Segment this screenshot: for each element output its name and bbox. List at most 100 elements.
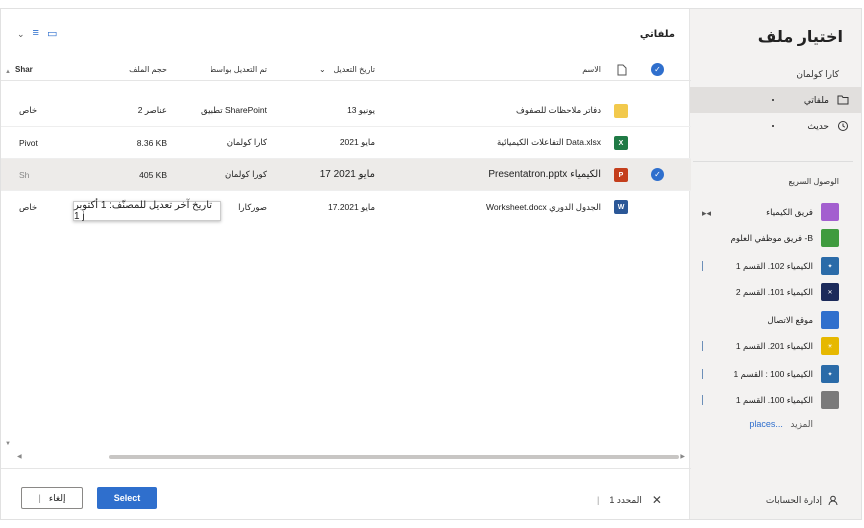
nav-marker bbox=[772, 99, 774, 101]
nav-item-recent[interactable]: حديث bbox=[690, 113, 861, 139]
more-places[interactable]: places... المزيد bbox=[749, 419, 813, 430]
horizontal-scroll-thumb[interactable] bbox=[109, 455, 679, 459]
file-list-pane: ⌄ ≡ ▭ ملفاتي ✓ الاسم تاريخ التعديل ⌄ تم … bbox=[1, 9, 691, 519]
dna-icon: ✕ bbox=[821, 283, 839, 301]
nav-item-label: ملفاتي bbox=[803, 94, 829, 105]
file-modified-by: كارا كولمان bbox=[226, 137, 267, 147]
file-sharing: خاص bbox=[19, 201, 38, 212]
file-sharing: Sh bbox=[19, 169, 30, 180]
more-places-link[interactable]: places... bbox=[749, 419, 783, 429]
column-size[interactable]: حجم الملف bbox=[119, 59, 167, 80]
selection-summary: | 1 المحدد ✕ bbox=[597, 493, 662, 507]
quick-access-label: الكيمياء 100. القسم 1 bbox=[735, 394, 813, 405]
file-size: 405 KB bbox=[139, 169, 167, 180]
horizontal-scrollbar[interactable]: ◀ ▶ bbox=[9, 453, 685, 461]
quick-access-label: موقع الاتصال bbox=[767, 314, 813, 325]
tick-marker bbox=[702, 395, 703, 405]
chevron-down-icon[interactable]: ⌄ bbox=[17, 29, 25, 40]
quick-access-item[interactable]: الكيمياء 100. القسم 1 bbox=[690, 387, 861, 413]
folder-icon bbox=[614, 104, 628, 118]
quick-access-item[interactable]: الكيمياء 101. القسم 2 ✕ bbox=[690, 279, 861, 305]
folder-icon bbox=[837, 95, 849, 105]
file-modified: 17 مايو 2021 bbox=[319, 169, 375, 180]
comment-icon[interactable]: ▭ bbox=[47, 27, 57, 40]
toolbar: ⌄ ≡ ▭ bbox=[17, 27, 57, 40]
file-sharing: Pivot bbox=[19, 137, 38, 148]
file-name[interactable]: Presentatron.pptx الكيمياء bbox=[441, 159, 601, 190]
scroll-down-icon[interactable]: ▼ bbox=[5, 441, 11, 447]
powerpoint-icon: P bbox=[614, 168, 628, 182]
quick-access-label: فريق الكيمياء bbox=[766, 206, 813, 217]
quick-access-item[interactable]: الكيمياء 102. القسم 1 ✦ bbox=[690, 253, 861, 279]
vertical-scrollbar[interactable]: ▲ ▼ bbox=[5, 69, 13, 449]
footer-divider bbox=[1, 468, 691, 469]
manage-accounts-label: إدارة الحسابات bbox=[765, 495, 822, 505]
tick-marker bbox=[702, 341, 703, 351]
select-label: Select bbox=[113, 493, 141, 503]
quick-access-label: الكيمياء 100 : القسم 1 bbox=[733, 368, 814, 379]
table-row[interactable]: X التفاعلات الكيميائية Data.xlsx مايو 20… bbox=[1, 127, 691, 159]
scroll-up-icon[interactable]: ▲ bbox=[5, 69, 11, 75]
account-name: كارا كولمان bbox=[796, 69, 839, 79]
class-icon bbox=[821, 391, 839, 409]
quick-access-label: الكيمياء 201. القسم 1 bbox=[735, 340, 813, 351]
file-name[interactable]: دفاتر ملاحظات للصفوف bbox=[441, 95, 601, 126]
column-modified[interactable]: تاريخ التعديل bbox=[319, 59, 375, 80]
modified-tooltip: تاريخ آخر تعديل للمصنّف: 1 أكتوبر 1 j bbox=[73, 200, 221, 222]
file-type-header-icon bbox=[617, 64, 627, 76]
nav-marker bbox=[772, 125, 774, 127]
navigation-pane: اختيار ملف كارا كولمان ملفاتي حديث الوصو… bbox=[689, 9, 861, 519]
quick-access-label: الكيمياء 101. القسم 2 bbox=[735, 286, 813, 297]
column-modified-by[interactable]: تم التعديل بواسطة bbox=[211, 59, 267, 80]
history-icon bbox=[838, 121, 848, 131]
more-label: المزيد bbox=[790, 419, 813, 429]
nav-divider bbox=[693, 161, 853, 162]
file-sharing: خاص bbox=[19, 105, 38, 115]
quick-access-title: الوصول السريع bbox=[788, 177, 839, 186]
site-icon bbox=[821, 311, 839, 329]
quick-access-item[interactable]: موقع الاتصال bbox=[690, 307, 861, 333]
column-sharing[interactable]: Shar bbox=[15, 59, 45, 80]
selected-count: 1 المحدد bbox=[609, 494, 642, 505]
file-name[interactable]: التفاعلات الكيميائية Data.xlsx bbox=[441, 127, 601, 158]
file-modified: مايو 2021 bbox=[339, 137, 375, 147]
file-picker-dialog: اختيار ملف كارا كولمان ملفاتي حديث الوصو… bbox=[0, 8, 862, 520]
separator: | bbox=[597, 495, 600, 505]
table-row-selected[interactable]: ✓ P Presentatron.pptx الكيمياء 17 مايو 2… bbox=[1, 159, 691, 191]
quick-access-item[interactable]: ▸◂ فريق الكيمياء bbox=[690, 199, 861, 225]
class-icon: ✦ bbox=[821, 365, 839, 383]
sort-chevron-icon[interactable]: ⌄ bbox=[319, 59, 326, 80]
quick-access-item[interactable]: الكيمياء 100 : القسم 1 ✦ bbox=[690, 361, 861, 387]
table-row[interactable]: دفاتر ملاحظات للصفوف 13 يونيو تطبيق Shar… bbox=[1, 95, 691, 127]
file-modified-by: كورا كولمان bbox=[224, 169, 267, 179]
nav-item-my-files[interactable]: ملفاتي bbox=[690, 87, 861, 113]
team-icon bbox=[821, 229, 839, 247]
quick-access-label: الكيمياء 102. القسم 1 bbox=[735, 260, 813, 271]
page-title: ملفاتي bbox=[639, 29, 675, 40]
excel-icon: X bbox=[614, 136, 628, 150]
column-name[interactable]: الاسم bbox=[541, 59, 601, 80]
scroll-left-icon[interactable]: ◀ bbox=[17, 453, 22, 460]
sort-icon[interactable]: ≡ bbox=[33, 27, 39, 40]
manage-accounts-button[interactable]: إدارة الحسابات bbox=[766, 495, 839, 506]
file-modified: 17.2021 مايو bbox=[328, 201, 375, 212]
scroll-right-icon[interactable]: ▶ bbox=[680, 453, 685, 460]
select-all-check[interactable]: ✓ bbox=[651, 63, 664, 76]
close-icon[interactable]: ✕ bbox=[652, 493, 662, 507]
file-size: 2 عناصر bbox=[137, 105, 167, 115]
word-icon: W bbox=[614, 200, 628, 214]
cancel-label: إلغاء bbox=[48, 492, 66, 503]
nav-item-label: حديث bbox=[807, 120, 829, 131]
select-button[interactable]: Select bbox=[97, 487, 157, 509]
dialog-title: اختيار ملف bbox=[757, 29, 843, 46]
column-header-row: ✓ الاسم تاريخ التعديل ⌄ تم التعديل بواسط… bbox=[1, 59, 691, 81]
pin-icon[interactable]: ▸◂ bbox=[702, 208, 711, 219]
tick-marker bbox=[702, 261, 703, 271]
cancel-button[interactable]: | إلغاء bbox=[21, 487, 83, 509]
quick-access-item[interactable]: الكيمياء 201. القسم 1 ☀ bbox=[690, 333, 861, 359]
quick-access-item[interactable]: فريق موظفي العلوم -B bbox=[690, 225, 861, 251]
title-dot bbox=[772, 34, 774, 36]
row-check[interactable]: ✓ bbox=[651, 168, 664, 181]
class-icon: ✦ bbox=[821, 257, 839, 275]
file-name[interactable]: Worksheet.docx الجدول الدوري bbox=[441, 191, 601, 223]
